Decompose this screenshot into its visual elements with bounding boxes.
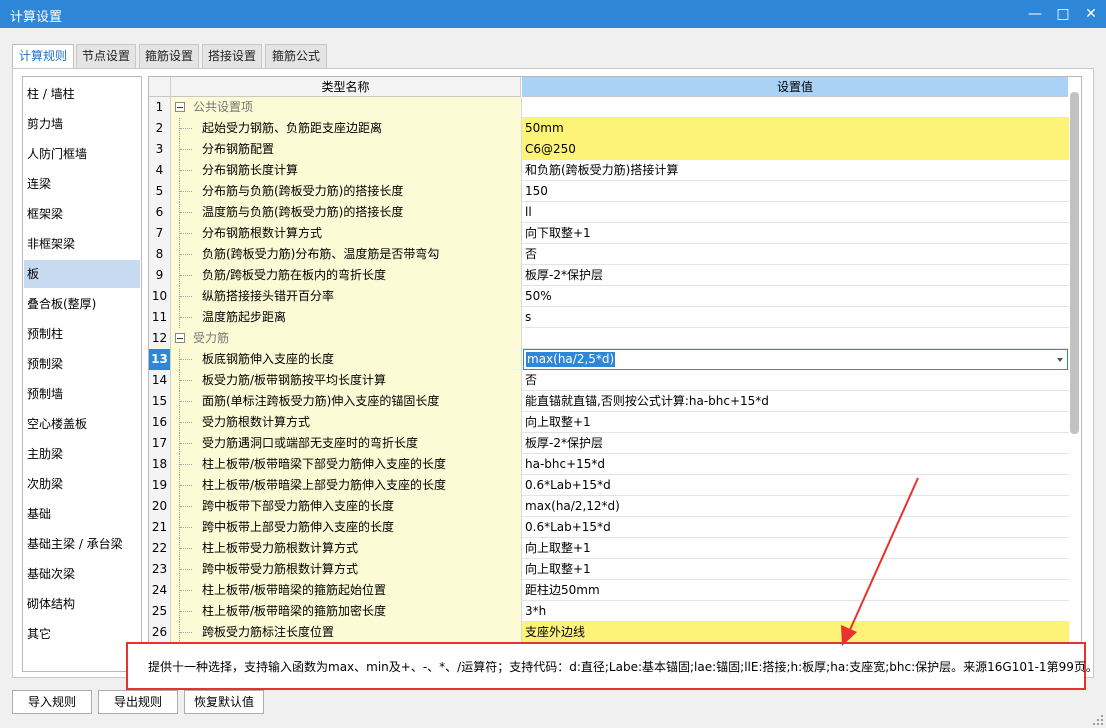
- resize-grip-icon[interactable]: [1092, 714, 1104, 726]
- restore-defaults-button[interactable]: 恢复默认值: [184, 690, 264, 714]
- import-rules-button[interactable]: 导入规则: [12, 690, 92, 714]
- annotation-arrow-icon: [841, 477, 919, 646]
- export-rules-button[interactable]: 导出规则: [98, 690, 178, 714]
